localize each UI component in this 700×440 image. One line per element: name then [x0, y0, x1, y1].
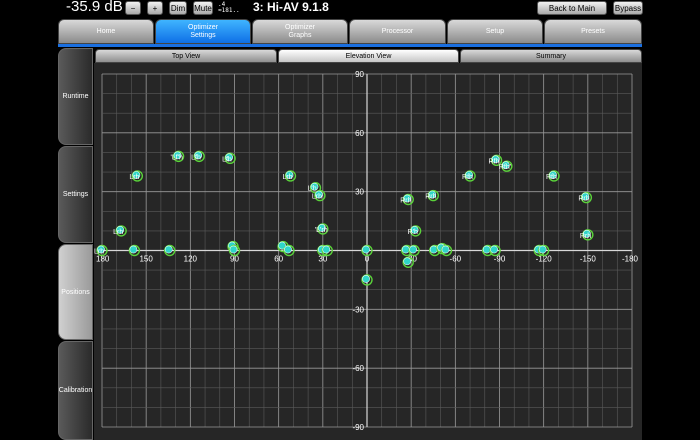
tab-processor[interactable]: Processor	[349, 19, 446, 44]
speaker-label: Rfh	[462, 174, 473, 181]
volume-down-button[interactable]: −	[125, 1, 141, 15]
speaker-point	[441, 245, 450, 254]
tab-presets[interactable]: Presets	[544, 19, 642, 44]
elevation-chart-svg: 180 150 120 90 60 30 0 -30 -60 -90 -120 -150 -180906…	[94, 70, 639, 432]
x-tick-label: -180	[622, 255, 639, 264]
speaker-label: Lrh	[129, 174, 139, 181]
bypass-button[interactable]: Bypass	[613, 1, 643, 15]
speaker-point	[482, 245, 491, 254]
x-tick-label: 60	[274, 255, 283, 264]
speaker-point	[401, 245, 410, 254]
x-tick-label: 120	[184, 255, 198, 264]
volume-up-button[interactable]: +	[147, 1, 163, 15]
subtab-top-view[interactable]: Top View	[95, 49, 277, 63]
speaker-point	[538, 245, 547, 254]
speaker-points: 'Lf'h Lfh LfhLrhLrhLrhLrhL'hLrh'L'rhRrhRrh…	[94, 150, 594, 286]
sidenav-settings[interactable]: Settings	[58, 146, 93, 243]
sidenav-runtime[interactable]: Runtime	[58, 48, 93, 145]
volume-readout: -35.9 dB	[66, 0, 123, 15]
speaker-label: L'h	[307, 186, 316, 193]
sidenav-calibration[interactable]: Calibration	[58, 341, 93, 440]
y-tick-label: -60	[352, 364, 364, 373]
speaker-point	[409, 245, 418, 254]
speaker-point	[362, 275, 370, 283]
tab-optimizer-settings[interactable]: Optimizer Settings	[155, 19, 251, 44]
speaker-label: Rfh	[546, 174, 557, 181]
speaker-label: Lrh	[312, 194, 322, 201]
back-to-main-button[interactable]: Back to Main Screen	[537, 1, 607, 27]
speaker-point	[403, 257, 412, 266]
mini-display-line-2: ≈181..	[218, 7, 240, 14]
speaker-label: Lrh	[94, 249, 104, 256]
mini-status-display: .4 ≈181..	[218, 2, 244, 15]
subtab-elevation-view[interactable]: Elevation View	[278, 49, 459, 63]
y-tick-label: -30	[352, 305, 364, 314]
speaker-point	[284, 245, 292, 254]
top-bar: -35.9 dB − + Dim Mute .4 ≈181.. 3: Hi-AV…	[0, 0, 700, 27]
x-tick-label: -60	[450, 255, 462, 264]
speaker-label: Rrh	[425, 194, 436, 201]
speaker-label: Rrh	[578, 196, 589, 203]
speaker-point	[229, 245, 238, 254]
tab-underline	[58, 44, 642, 47]
tab-home[interactable]: Home	[58, 19, 154, 44]
speaker-point	[129, 245, 138, 254]
y-tick-label: -90	[352, 423, 364, 432]
speaker-label: Lfh	[191, 154, 201, 161]
x-tick-label: 150	[139, 255, 153, 264]
speaker-point	[322, 245, 331, 254]
y-tick-label: 60	[355, 129, 364, 138]
speaker-label: Rfh'	[499, 164, 511, 171]
speaker-label: Rrh	[400, 198, 411, 205]
preset-title: 3: Hi-AV 9.1.8	[253, 0, 329, 14]
speaker-label: Lrh	[113, 229, 123, 236]
dim-button[interactable]: Dim	[169, 1, 187, 15]
speaker-label: R'h	[408, 229, 418, 236]
tab-optimizer-graphs[interactable]: Optimizer Graphs	[252, 19, 348, 44]
speaker-label: 'Lf'h	[171, 154, 184, 161]
y-tick-label: 90	[355, 70, 364, 79]
mute-button[interactable]: Mute	[193, 1, 213, 15]
speaker-point	[429, 245, 438, 254]
x-tick-label: -150	[580, 255, 597, 264]
elevation-plot[interactable]: 180 150 120 90 60 30 0 -30 -60 -90 -120 -150 -180 90 6…	[94, 63, 642, 440]
speaker-label: Lrh	[282, 174, 292, 181]
subtab-summary[interactable]: Summary	[460, 49, 642, 63]
speaker-point	[490, 245, 498, 254]
tab-setup[interactable]: Setup	[447, 19, 543, 44]
speaker-label: Lfh	[222, 156, 232, 163]
sidenav-positions[interactable]: Positions	[58, 244, 93, 340]
speaker-point	[164, 245, 173, 254]
speaker-label: Rrh	[580, 233, 591, 240]
speaker-label: 'L'rh	[315, 227, 328, 234]
speaker-point	[362, 245, 370, 254]
y-tick-label: 30	[355, 188, 364, 197]
